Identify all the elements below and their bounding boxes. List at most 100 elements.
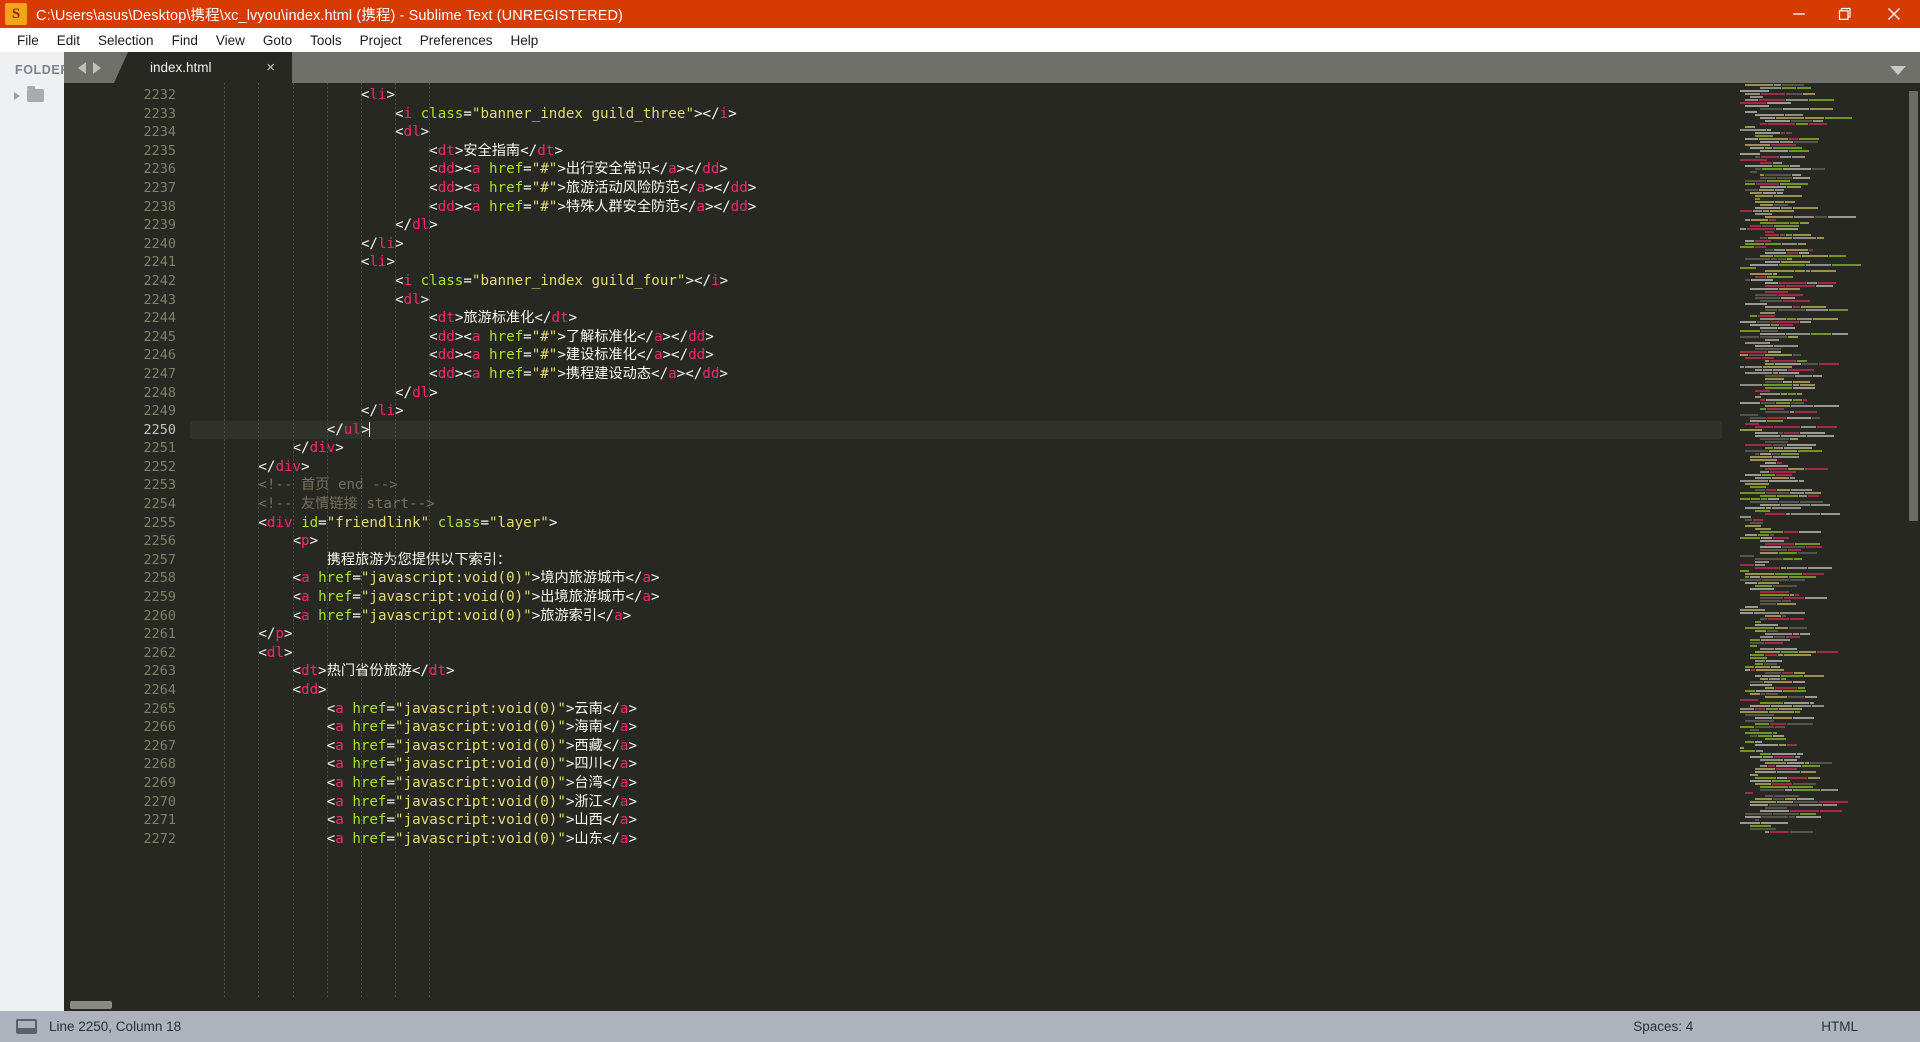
syntax-label[interactable]: HTML xyxy=(1821,1019,1858,1034)
code-line[interactable]: 携程旅游为您提供以下索引： xyxy=(190,551,1722,570)
code-token: = xyxy=(386,737,396,754)
code-line[interactable]: </p> xyxy=(190,625,1722,644)
line-number: 2234 xyxy=(143,124,176,141)
code-token: ></ xyxy=(705,179,731,196)
code-line[interactable]: </div> xyxy=(190,458,1722,477)
code-line[interactable]: <dd><a href="#">携程建设动态</a></dd> xyxy=(190,365,1722,384)
code-token: > xyxy=(728,105,737,122)
code-line[interactable]: </ul> xyxy=(190,420,1722,440)
code-token: 携程建设动态 xyxy=(565,365,652,382)
code-line[interactable]: </dl> xyxy=(190,384,1722,403)
indentation-label[interactable]: Spaces: 4 xyxy=(1633,1019,1693,1034)
code-line[interactable]: <div id="friendlink" class="layer"> xyxy=(190,514,1722,533)
code-line[interactable]: <a href="javascript:void(0)">山西</a> xyxy=(190,811,1722,830)
code-line[interactable]: <dt>安全指南</dt> xyxy=(190,142,1722,161)
code-line[interactable]: <dt>旅游标准化</dt> xyxy=(190,309,1722,328)
code-token: = xyxy=(352,570,361,587)
code-token: < xyxy=(326,756,336,773)
code-line[interactable]: <dd><a href="#">旅游活动风险防范</a></dd> xyxy=(190,179,1722,198)
code-line[interactable]: <dd> xyxy=(190,681,1722,700)
tab-bar: index.html × xyxy=(64,52,1920,83)
text-cursor xyxy=(369,421,371,437)
code-token: < xyxy=(429,347,438,364)
code-content[interactable]: <li> <i class="banner_index guild_three"… xyxy=(190,83,1722,1011)
menu-item-selection[interactable]: Selection xyxy=(89,31,163,50)
code-line[interactable]: <dt>热门省份旅游</dt> xyxy=(190,662,1722,681)
line-number: 2269 xyxy=(143,774,176,791)
tab-nav-arrows[interactable] xyxy=(64,52,114,83)
line-number: 2261 xyxy=(143,626,176,643)
code-line[interactable]: <a href="javascript:void(0)">西藏</a> xyxy=(190,737,1722,756)
code-line[interactable]: <a href="javascript:void(0)">海南</a> xyxy=(190,718,1722,737)
code-line[interactable]: <dl> xyxy=(190,644,1722,663)
code-line[interactable]: <!-- 首页 end --> xyxy=(190,476,1722,495)
code-line[interactable]: <dl> xyxy=(190,291,1722,310)
code-token: < xyxy=(429,365,438,382)
code-token: dd xyxy=(437,161,455,178)
tab-index-html[interactable]: index.html × xyxy=(114,52,292,83)
menu-item-find[interactable]: Find xyxy=(163,31,207,50)
menu-item-view[interactable]: View xyxy=(207,31,254,50)
code-line[interactable]: </div> xyxy=(190,439,1722,458)
code-line[interactable]: <a href="javascript:void(0)">境内旅游城市</a> xyxy=(190,569,1722,588)
horizontal-scrollbar[interactable] xyxy=(64,999,1920,1011)
code-line[interactable]: </li> xyxy=(190,235,1722,254)
code-token: = xyxy=(386,719,396,736)
minimize-icon[interactable] xyxy=(1776,0,1822,28)
code-token: "friendlink" xyxy=(326,514,430,531)
chevron-right-icon[interactable] xyxy=(14,91,20,100)
code-token: "javascript:void(0)" xyxy=(395,719,566,736)
code-line[interactable]: <dd><a href="#">特殊人群安全防范</a></dd> xyxy=(190,198,1722,217)
code-token: ></ xyxy=(662,328,689,345)
menu-item-project[interactable]: Project xyxy=(351,31,411,50)
menu-item-preferences[interactable]: Preferences xyxy=(411,31,502,50)
code-line[interactable]: <dl> xyxy=(190,123,1722,142)
code-token: > xyxy=(318,682,327,698)
code-line[interactable]: <a href="javascript:void(0)">出境旅游城市</a> xyxy=(190,588,1722,607)
code-token: class xyxy=(420,105,464,122)
code-line[interactable]: <dd><a href="#">建设标准化</a></dd> xyxy=(190,346,1722,365)
line-number: 2266 xyxy=(143,719,176,736)
code-line[interactable]: <a href="javascript:void(0)">旅游索引</a> xyxy=(190,607,1722,626)
arrow-right-icon[interactable] xyxy=(92,61,101,74)
tab-label: index.html xyxy=(150,60,212,75)
minimap-scrollbar[interactable] xyxy=(1909,91,1918,521)
code-line[interactable]: <i class="banner_index guild_four"></i> xyxy=(190,272,1722,291)
code-token: < xyxy=(326,737,336,754)
code-line[interactable]: <i class="banner_index guild_three"></i> xyxy=(190,105,1722,124)
sidebar-toggle-icon[interactable] xyxy=(16,1019,37,1034)
code-line[interactable]: <li> xyxy=(190,86,1722,105)
code-line[interactable]: <!-- 友情链接 start--> xyxy=(190,495,1722,514)
arrow-left-icon[interactable] xyxy=(77,61,86,74)
code-line[interactable]: <a href="javascript:void(0)">四川</a> xyxy=(190,755,1722,774)
sidebar-folder-item[interactable] xyxy=(0,86,64,102)
restore-icon[interactable] xyxy=(1822,0,1868,28)
code-line[interactable]: <dd><a href="#">了解标准化</a></dd> xyxy=(190,328,1722,347)
code-line[interactable]: </li> xyxy=(190,402,1722,421)
menu-item-edit[interactable]: Edit xyxy=(48,31,89,50)
code-line[interactable]: <p> xyxy=(190,532,1722,551)
menu-item-tools[interactable]: Tools xyxy=(301,31,351,50)
code-line[interactable]: <dd><a href="#">出行安全常识</a></dd> xyxy=(190,160,1722,179)
code-line[interactable]: <a href="javascript:void(0)">云南</a> xyxy=(190,700,1722,719)
code-editor[interactable]: 2232 2233 2234 2235 2236 2237 2238 2239 2240 2241… xyxy=(64,83,1920,1011)
menu-item-help[interactable]: Help xyxy=(502,31,548,50)
chevron-down-icon[interactable] xyxy=(1890,66,1906,75)
menu-item-goto[interactable]: Goto xyxy=(254,31,301,50)
code-token: 旅游索引 xyxy=(540,607,598,624)
code-token: dt xyxy=(428,663,447,680)
horizontal-scrollbar-thumb[interactable] xyxy=(70,1001,112,1009)
code-token: dl xyxy=(266,644,284,661)
menu-item-file[interactable]: File xyxy=(8,31,48,50)
code-line[interactable]: <li> xyxy=(190,253,1722,272)
code-token: href xyxy=(352,830,387,847)
code-line[interactable]: <a href="javascript:void(0)">浙江</a> xyxy=(190,793,1722,812)
code-token: p xyxy=(301,533,310,550)
code-line[interactable]: <a href="javascript:void(0)">台湾</a> xyxy=(190,774,1722,793)
minimap[interactable] xyxy=(1722,83,1920,1011)
code-line[interactable]: </dl> xyxy=(190,216,1722,235)
close-icon[interactable] xyxy=(1868,0,1920,28)
close-icon[interactable]: × xyxy=(266,60,275,75)
code-token: dd xyxy=(688,328,706,345)
code-line[interactable]: <a href="javascript:void(0)">山东</a> xyxy=(190,830,1722,849)
